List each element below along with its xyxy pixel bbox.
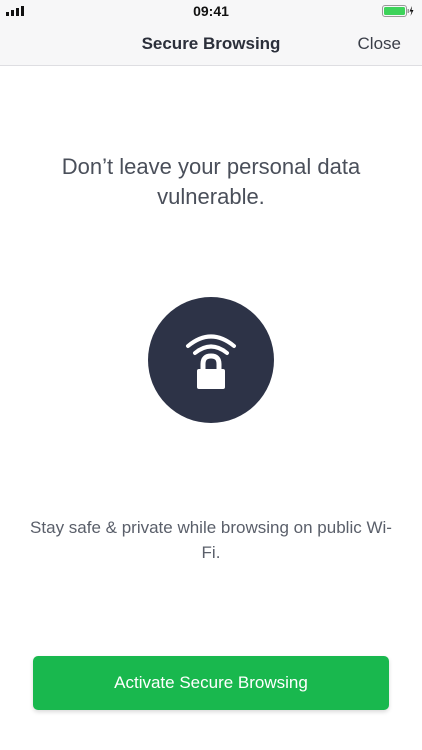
close-button[interactable]: Close: [358, 34, 401, 54]
subtext: Stay safe & private while browsing on pu…: [30, 518, 392, 562]
activate-secure-browsing-button[interactable]: Activate Secure Browsing: [33, 656, 389, 710]
status-bar: 09:41: [0, 0, 422, 22]
status-time: 09:41: [193, 3, 229, 19]
battery-charging-icon: [382, 5, 414, 17]
secure-wifi-illustration: [148, 297, 274, 423]
nav-bar: Secure Browsing Close: [0, 22, 422, 66]
headline-text: Don’t leave your personal data vulnerabl…: [61, 154, 361, 209]
wifi-lock-icon: [186, 334, 236, 389]
